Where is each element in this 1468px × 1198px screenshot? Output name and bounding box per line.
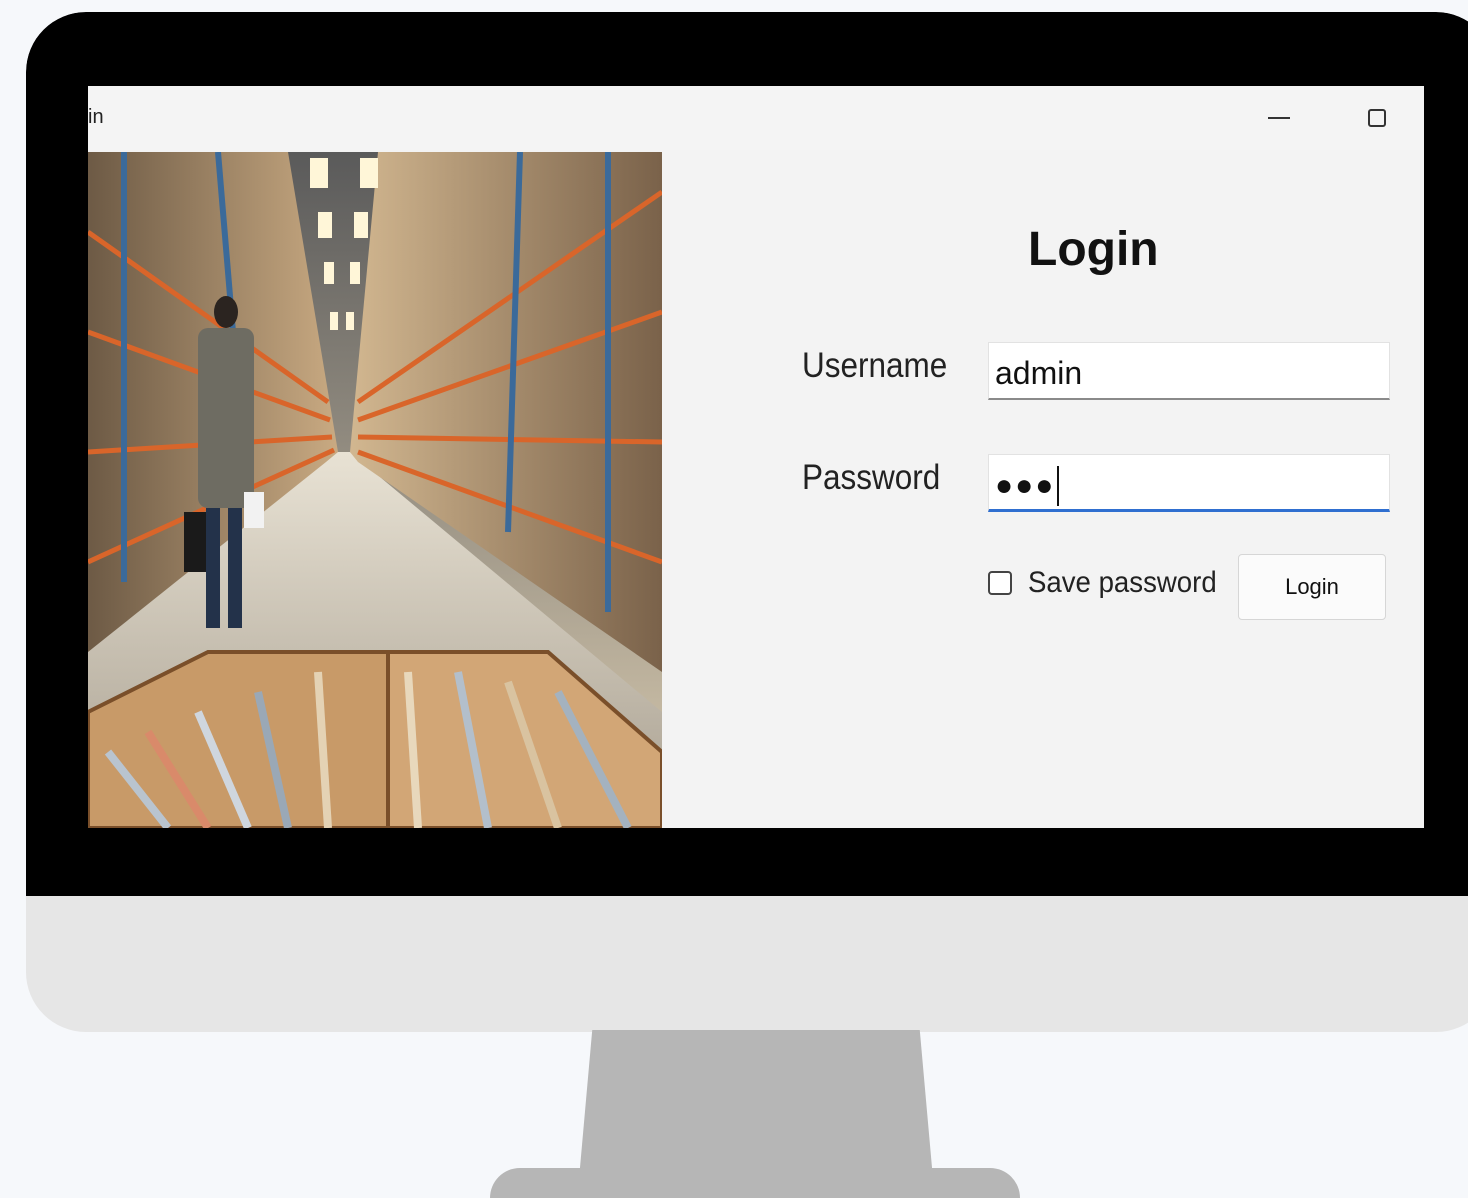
password-input[interactable]: ●●●	[988, 454, 1390, 512]
username-value: admin	[995, 355, 1083, 392]
save-password-checkbox[interactable]	[988, 571, 1012, 595]
login-form: Login Username admin Password ●●● Save p…	[662, 150, 1424, 828]
title-bar: in	[88, 86, 1424, 150]
password-masked-value: ●●●	[995, 468, 1056, 502]
minimize-icon	[1268, 117, 1290, 119]
save-password-label[interactable]: Save password	[1028, 566, 1217, 600]
login-button[interactable]: Login	[1238, 554, 1386, 620]
warehouse-image	[88, 152, 662, 828]
minimize-button[interactable]	[1256, 100, 1302, 136]
form-title: Login	[1028, 223, 1159, 276]
maximize-button[interactable]	[1354, 100, 1400, 136]
window-title: in	[88, 106, 104, 128]
login-window: in Login Username admin Password ●●● Sav…	[88, 86, 1424, 828]
text-caret	[1057, 465, 1060, 506]
monitor-stand	[578, 1030, 934, 1190]
username-input[interactable]: admin	[988, 342, 1390, 400]
save-password-row[interactable]: Save password	[988, 566, 1233, 600]
maximize-icon	[1368, 109, 1386, 127]
password-label: Password	[802, 458, 941, 497]
username-label: Username	[802, 346, 948, 385]
monitor-stand-base	[490, 1168, 1020, 1198]
